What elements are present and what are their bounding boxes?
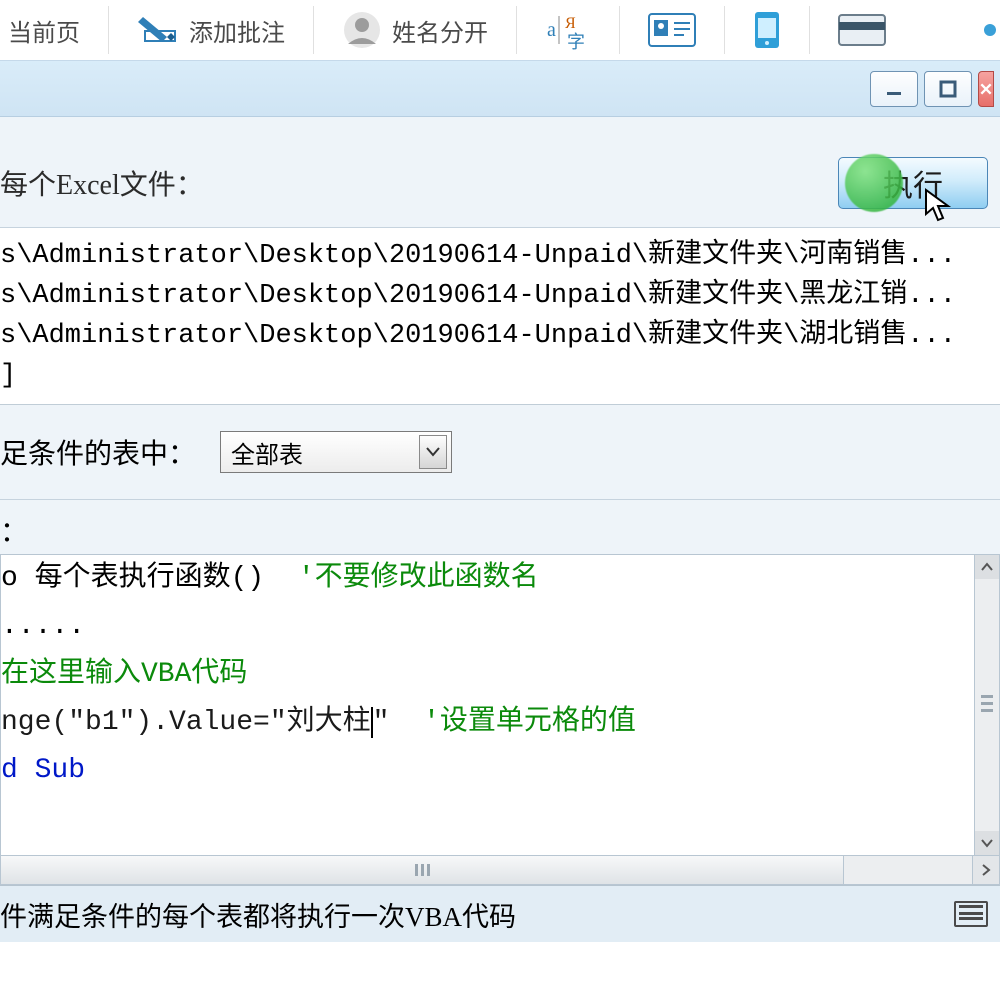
avatar-icon <box>342 10 382 50</box>
mouse-cursor-icon <box>924 188 952 230</box>
scroll-down-icon[interactable] <box>975 831 999 855</box>
every-excel-label: 每个Excel文件： <box>0 163 204 203</box>
close-button[interactable] <box>978 71 994 107</box>
file-list-item[interactable]: s\Administrator\Desktop\20190614-Unpaid\… <box>0 236 1000 276</box>
ribbon-idcard[interactable] <box>640 13 704 47</box>
condition-label: 足条件的表中： <box>0 432 196 472</box>
annotate-label: 添加批注 <box>189 13 285 48</box>
ribbon-card[interactable] <box>830 14 894 46</box>
scroll-grip-icon <box>415 864 430 876</box>
window-titlebar <box>0 60 1000 117</box>
translate-icon: a Я 字 <box>545 10 591 50</box>
scroll-right-icon[interactable] <box>972 856 999 884</box>
ribbon: 当前页 添加批注 姓名分开 a Я 字 <box>0 0 1000 60</box>
minimize-button[interactable] <box>870 71 918 107</box>
ribbon-separator <box>313 6 314 54</box>
run-indicator-icon <box>845 154 903 212</box>
sheet-filter-select[interactable]: 全部表 <box>220 431 452 473</box>
file-list-item[interactable]: s\Administrator\Desktop\20190614-Unpaid\… <box>0 316 1000 356</box>
file-list-item: ] <box>0 356 1000 396</box>
phone-icon <box>753 10 781 50</box>
prev-page-label: 当前页 <box>8 13 80 48</box>
overflow-dot-icon[interactable] <box>984 24 996 36</box>
code-label: ： <box>0 500 1000 554</box>
svg-text:a: a <box>547 19 556 41</box>
status-text: 件满足条件的每个表都将执行一次VBA代码 <box>0 895 516 934</box>
hscroll-thumb[interactable] <box>1 856 844 884</box>
details-view-icon[interactable] <box>954 901 988 927</box>
ribbon-separator <box>619 6 620 54</box>
scroll-up-icon[interactable] <box>975 555 999 579</box>
work-area: 每个Excel文件： 执行 s\Administrator\Desktop\20… <box>0 117 1000 942</box>
ribbon-split-name[interactable]: 姓名分开 <box>334 10 496 50</box>
status-bar: 件满足条件的每个表都将执行一次VBA代码 <box>0 885 1000 942</box>
ribbon-phone[interactable] <box>745 10 789 50</box>
svg-text:Я: Я <box>565 15 576 32</box>
maximize-button[interactable] <box>924 71 972 107</box>
section-every-excel: 每个Excel文件： 执行 <box>0 117 1000 228</box>
file-list[interactable]: s\Administrator\Desktop\20190614-Unpaid\… <box>0 228 1000 405</box>
svg-text:字: 字 <box>567 32 585 50</box>
ribbon-separator <box>809 6 810 54</box>
horizontal-scrollbar[interactable] <box>0 856 1000 885</box>
vba-code-area[interactable]: o 每个表执行函数() '不要修改此函数名 ..... 在这里输入VBA代码 n… <box>0 554 974 856</box>
split-name-label: 姓名分开 <box>392 13 488 48</box>
ribbon-separator <box>724 6 725 54</box>
ribbon-separator <box>108 6 109 54</box>
pencil-icon <box>137 13 179 47</box>
ribbon-translate[interactable]: a Я 字 <box>537 10 599 50</box>
ribbon-annotate[interactable]: 添加批注 <box>129 13 293 48</box>
ribbon-separator <box>516 6 517 54</box>
code-editor: o 每个表执行函数() '不要修改此函数名 ..... 在这里输入VBA代码 n… <box>0 554 1000 856</box>
condition-row: 足条件的表中： 全部表 <box>0 405 1000 500</box>
card-icon <box>838 14 886 46</box>
ribbon-prev-page[interactable]: 当前页 <box>0 13 88 48</box>
run-button[interactable]: 执行 <box>838 157 988 209</box>
sheet-filter-value: 全部表 <box>231 435 303 470</box>
vertical-scrollbar[interactable] <box>974 554 1000 856</box>
file-list-item[interactable]: s\Administrator\Desktop\20190614-Unpaid\… <box>0 276 1000 316</box>
chevron-down-icon <box>419 435 447 469</box>
idcard-icon <box>648 13 696 47</box>
